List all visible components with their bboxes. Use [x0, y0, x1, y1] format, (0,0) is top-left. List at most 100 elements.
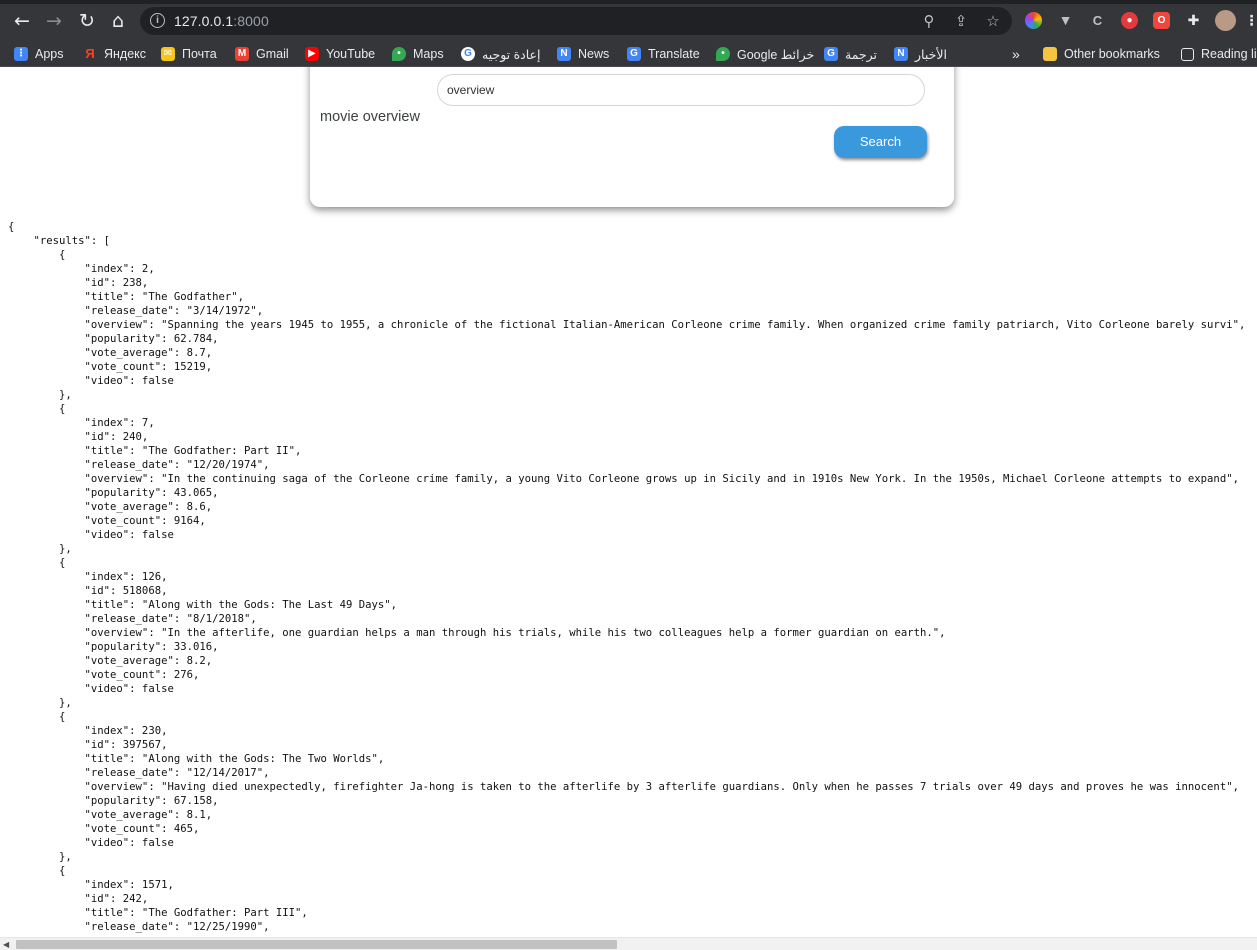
- json-field-title: "title": "The Godfather",: [84, 291, 244, 303]
- horizontal-scrollbar[interactable]: ◀: [0, 937, 1257, 950]
- scroll-left-arrow-icon[interactable]: ◀: [3, 940, 9, 949]
- home-icon[interactable]: ⌂: [107, 11, 129, 31]
- json-object-open: {: [59, 557, 66, 569]
- json-field-index: "index": 230,: [84, 725, 168, 737]
- bookmark-label: News: [578, 47, 610, 61]
- reading-list[interactable]: Reading li: [1181, 45, 1257, 63]
- json-object-open: {: [59, 711, 66, 723]
- json-object-close: },: [59, 851, 72, 863]
- bookmark-label: إعادة توجيه: [482, 47, 541, 62]
- json-field-release-date: "release_date": "12/25/1990",: [84, 921, 270, 933]
- json-field-index: "index": 7,: [84, 417, 155, 429]
- maps-pin-icon: •: [716, 47, 730, 61]
- json-field-video: "video": false: [84, 837, 174, 849]
- gmail-icon: M: [235, 47, 249, 61]
- json-field-overview: "overview": "In the continuing saga of t…: [84, 473, 1239, 485]
- json-field-popularity: "popularity": 33.016,: [84, 641, 219, 653]
- bookmark-news-ar[interactable]: N الأخبار: [894, 45, 947, 63]
- forward-arrow-icon[interactable]: →: [43, 11, 65, 31]
- code-extension-icon[interactable]: C: [1089, 12, 1106, 29]
- url-port: :8000: [233, 13, 269, 29]
- o-extension-icon[interactable]: O: [1153, 12, 1170, 29]
- movie-overview-input[interactable]: [437, 74, 925, 106]
- horizontal-scrollbar-thumb[interactable]: [16, 940, 617, 949]
- search-button[interactable]: Search: [834, 126, 927, 158]
- red-extension-icon[interactable]: ●: [1121, 12, 1138, 29]
- json-object-close: },: [59, 543, 72, 555]
- json-field-overview: "overview": "In the afterlife, one guard…: [84, 627, 946, 639]
- bookmark-yandex[interactable]: Я Яндекс: [83, 45, 146, 63]
- json-field-vote-count: "vote_count": 15219,: [84, 361, 213, 373]
- json-field-video: "video": false: [84, 375, 174, 387]
- json-field-video: "video": false: [84, 529, 174, 541]
- address-url[interactable]: 127.0.0.1:8000: [174, 13, 269, 29]
- bookmark-label: Translate: [648, 47, 700, 61]
- json-field-vote-average: "vote_average": 8.2,: [84, 655, 213, 667]
- json-object-close: },: [59, 389, 72, 401]
- translate-icon: G: [627, 47, 641, 61]
- site-info-icon[interactable]: i: [150, 13, 165, 28]
- back-arrow-icon[interactable]: ←: [11, 11, 33, 31]
- bookmark-label: YouTube: [326, 47, 376, 61]
- json-field-popularity: "popularity": 43.065,: [84, 487, 219, 499]
- bookmark-star-icon[interactable]: ☆: [984, 12, 1002, 30]
- profile-avatar[interactable]: [1215, 10, 1236, 31]
- json-field-title: "title": "Along with the Gods: The Last …: [84, 599, 398, 611]
- bookmark-pochta[interactable]: ✉ Почта: [161, 45, 217, 63]
- bookmark-google-maps-ar[interactable]: • Google خرائط: [716, 45, 814, 63]
- reading-list-label: Reading li: [1201, 47, 1257, 61]
- bookmark-label: ترجمة: [845, 47, 878, 62]
- search-form-card: movie overview Search: [310, 67, 954, 207]
- json-field-index: "index": 2,: [84, 263, 155, 275]
- bookmark-translate[interactable]: G Translate: [627, 45, 700, 63]
- puzzle-extensions-icon[interactable]: ✚: [1185, 12, 1202, 29]
- page-viewport: movie overview Search { "results": [ { "…: [0, 67, 1257, 937]
- json-object-open: {: [59, 865, 66, 877]
- json-object-open: {: [59, 249, 66, 261]
- color-picker-extension-icon[interactable]: [1025, 12, 1042, 29]
- movie-overview-label: movie overview: [320, 109, 420, 125]
- json-field-release-date: "release_date": "3/14/1972",: [84, 305, 264, 317]
- json-field-vote-average: "vote_average": 8.7,: [84, 347, 213, 359]
- json-open-brace: {: [8, 221, 15, 233]
- reload-icon[interactable]: ↻: [76, 11, 98, 31]
- bookmark-label: Maps: [413, 47, 444, 61]
- url-host: 127.0.0.1: [174, 13, 234, 29]
- json-field-id: "id": 240,: [84, 431, 149, 443]
- json-field-vote-average: "vote_average": 8.6,: [84, 501, 213, 513]
- bookmark-label: Яндекс: [104, 47, 147, 61]
- json-field-id: "id": 518068,: [84, 585, 168, 597]
- bookmark-label: Google خرائط: [737, 47, 815, 62]
- json-field-title: "title": "The Godfather: Part II",: [84, 445, 302, 457]
- bookmark-maps[interactable]: • Maps: [392, 45, 444, 63]
- apps-grid-icon: ⋮: [14, 47, 28, 61]
- bookmark-label: Apps: [35, 47, 64, 61]
- news-icon: N: [557, 47, 571, 61]
- bookmark-translate-ar[interactable]: G ترجمة: [824, 45, 877, 63]
- json-field-popularity: "popularity": 62.784,: [84, 333, 219, 345]
- bookmark-label: Почта: [182, 47, 217, 61]
- json-results-output: { "results": [ { "index": 2, "id": 238, …: [8, 220, 1245, 934]
- json-field-overview: "overview": "Spanning the years 1945 to …: [84, 319, 1246, 331]
- other-bookmarks[interactable]: Other bookmarks: [1043, 45, 1160, 63]
- json-object-open: {: [59, 403, 66, 415]
- bookmark-redirect[interactable]: G إعادة توجيه: [461, 45, 540, 63]
- json-field-overview: "overview": "Having died unexpectedly, f…: [84, 781, 1239, 793]
- bookmark-gmail[interactable]: M Gmail: [235, 45, 289, 63]
- json-field-title: "title": "Along with the Gods: The Two W…: [84, 753, 385, 765]
- more-bookmarks-chevron-icon[interactable]: »: [1012, 45, 1020, 63]
- bookmark-youtube[interactable]: ▶ YouTube: [305, 45, 375, 63]
- json-field-title: "title": "The Godfather: Part III",: [84, 907, 308, 919]
- address-bar[interactable]: i 127.0.0.1:8000 ⚲ ⇪ ☆: [140, 7, 1012, 35]
- menu-kebab-icon[interactable]: ⋮: [1243, 12, 1257, 29]
- maps-pin-icon: •: [392, 47, 406, 61]
- bookmark-apps[interactable]: ⋮ Apps: [14, 45, 64, 63]
- json-field-id: "id": 397567,: [84, 739, 168, 751]
- google-icon: G: [461, 47, 475, 61]
- vue-extension-icon[interactable]: ▼: [1057, 12, 1074, 29]
- browser-toolbar: ← → ↻ ⌂ i 127.0.0.1:8000 ⚲ ⇪ ☆ ▼ C ● O ✚…: [0, 0, 1257, 42]
- zoom-icon[interactable]: ⚲: [920, 12, 938, 30]
- share-icon[interactable]: ⇪: [952, 12, 970, 30]
- yandex-icon: Я: [85, 46, 95, 61]
- bookmark-news[interactable]: N News: [557, 45, 609, 63]
